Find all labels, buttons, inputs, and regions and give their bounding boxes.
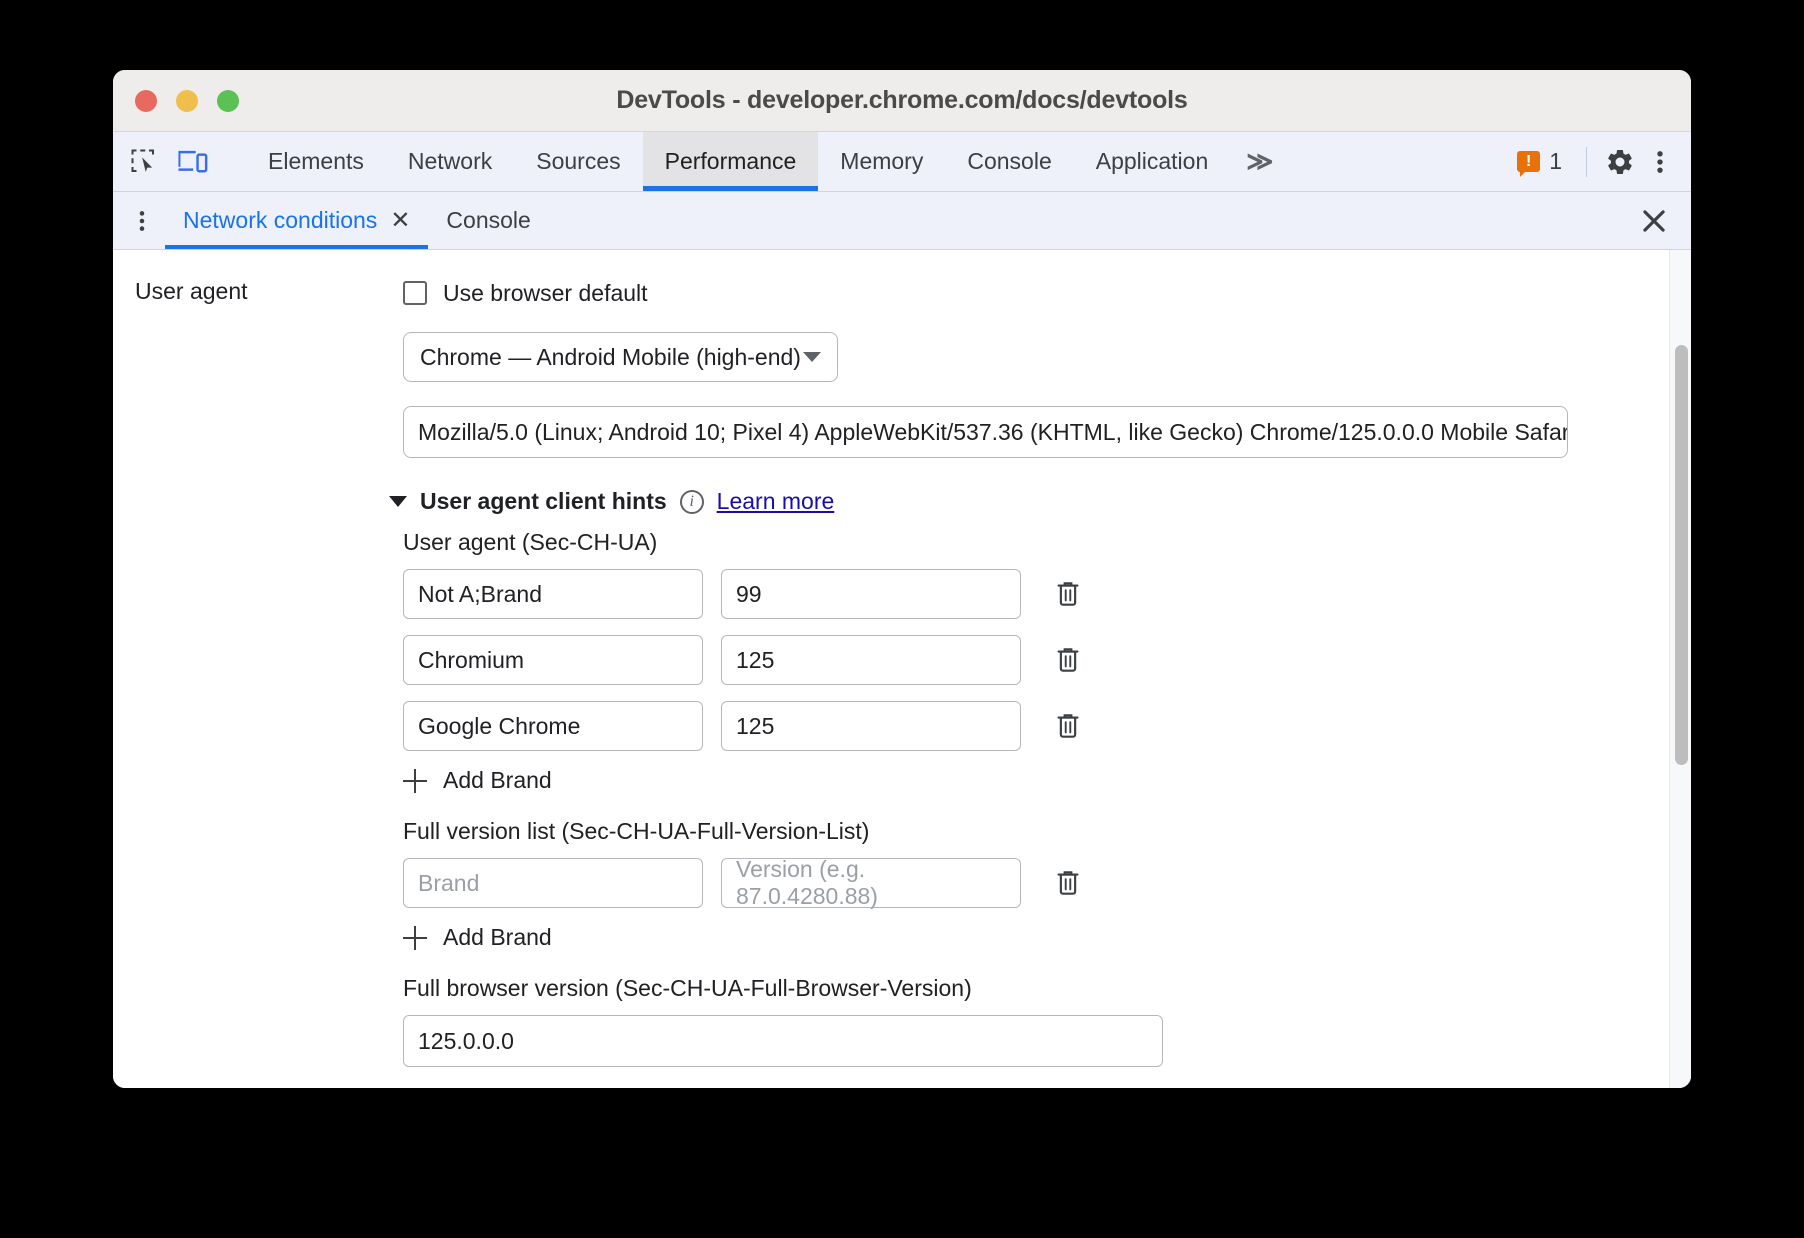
window-title: DevTools - developer.chrome.com/docs/dev…	[113, 86, 1691, 115]
plus-icon	[403, 926, 427, 950]
user-agent-section-label: User agent	[135, 278, 248, 305]
warning-badge[interactable]: ! 1	[1509, 148, 1570, 175]
version-input[interactable]: 125	[721, 635, 1021, 685]
user-agent-fields: Use browser default Chrome — Android Mob…	[403, 276, 1669, 1088]
maximize-window-button[interactable]	[217, 90, 239, 112]
version-value: 125	[736, 713, 774, 740]
version-value: 99	[736, 581, 762, 608]
add-brand-label: Add Brand	[443, 924, 552, 951]
trash-icon[interactable]	[1051, 577, 1085, 611]
full-browser-version-value: 125.0.0.0	[418, 1028, 514, 1055]
info-icon[interactable]: i	[680, 490, 704, 514]
user-agent-preset-select[interactable]: Chrome — Android Mobile (high-end)	[403, 332, 838, 382]
use-browser-default-row[interactable]: Use browser default	[403, 276, 1639, 310]
version-placeholder: Version (e.g. 87.0.4280.88)	[736, 856, 1006, 910]
brand-input[interactable]: Google Chrome	[403, 701, 703, 751]
brand-value: Not A;Brand	[418, 581, 542, 608]
brand-placeholder: Brand	[418, 870, 479, 897]
plus-icon	[403, 769, 427, 793]
drawer-tab-label: Console	[446, 207, 530, 234]
gear-icon[interactable]	[1603, 145, 1637, 179]
table-row: Brand Version (e.g. 87.0.4280.88)	[403, 858, 1639, 908]
client-hints-header[interactable]: User agent client hints i Learn more	[389, 488, 1639, 515]
tab-console[interactable]: Console	[945, 132, 1073, 191]
warning-count: 1	[1549, 148, 1562, 175]
toolbar-left-icons	[113, 132, 246, 191]
full-browser-version-label: Full browser version (Sec-CH-UA-Full-Bro…	[403, 975, 1639, 1002]
sec-ch-ua-label: User agent (Sec-CH-UA)	[403, 529, 1639, 556]
traffic-lights	[135, 90, 239, 112]
add-brand-label: Add Brand	[443, 767, 552, 794]
vertical-scrollbar[interactable]	[1669, 250, 1691, 1088]
network-conditions-panel: User agent Use browser default Chrome — …	[113, 250, 1691, 1088]
add-brand-button[interactable]: Add Brand	[403, 767, 1639, 794]
tab-application[interactable]: Application	[1074, 132, 1231, 191]
minimize-window-button[interactable]	[176, 90, 198, 112]
brand-value: Chromium	[418, 647, 524, 674]
brand-input[interactable]: Chromium	[403, 635, 703, 685]
toolbar-right-icons: ! 1	[1509, 132, 1691, 191]
drawer-tab-console[interactable]: Console	[428, 192, 548, 249]
triangle-down-icon[interactable]	[389, 496, 407, 507]
tab-sources[interactable]: Sources	[514, 132, 642, 191]
user-agent-string-input[interactable]: Mozilla/5.0 (Linux; Android 10; Pixel 4)…	[403, 406, 1568, 458]
add-brand-button[interactable]: Add Brand	[403, 924, 1639, 951]
three-dots-vertical-icon[interactable]	[1643, 145, 1677, 179]
client-hints-title: User agent client hints	[420, 488, 667, 515]
brand-value: Google Chrome	[418, 713, 580, 740]
drawer-toolbar: Network conditions ✕ Console	[113, 192, 1691, 250]
close-window-button[interactable]	[135, 90, 157, 112]
tab-memory[interactable]: Memory	[818, 132, 945, 191]
user-agent-string-value: Mozilla/5.0 (Linux; Android 10; Pixel 4)…	[418, 419, 1568, 446]
use-browser-default-checkbox[interactable]	[403, 281, 427, 305]
scrollbar-thumb[interactable]	[1675, 345, 1688, 765]
tab-elements[interactable]: Elements	[246, 132, 386, 191]
full-version-list-label: Full version list (Sec-CH-UA-Full-Versio…	[403, 818, 1639, 845]
devtools-main-toolbar: Elements Network Sources Performance Mem…	[113, 132, 1691, 192]
tab-performance[interactable]: Performance	[643, 132, 819, 191]
version-input[interactable]: 125	[721, 701, 1021, 751]
learn-more-link[interactable]: Learn more	[717, 488, 835, 515]
trash-icon[interactable]	[1051, 643, 1085, 677]
drawer-right-actions	[1637, 192, 1691, 249]
brand-input[interactable]: Not A;Brand	[403, 569, 703, 619]
toolbar-divider-right	[1586, 147, 1587, 177]
more-tabs-chevron-icon[interactable]: ≫	[1230, 132, 1289, 191]
tab-network[interactable]: Network	[386, 132, 514, 191]
full-browser-version-input[interactable]: 125.0.0.0	[403, 1015, 1163, 1067]
trash-icon[interactable]	[1051, 866, 1085, 900]
table-row: Not A;Brand 99	[403, 569, 1639, 619]
chevron-down-icon	[803, 352, 821, 362]
inspect-element-icon[interactable]	[127, 145, 161, 179]
version-input[interactable]: Version (e.g. 87.0.4280.88)	[721, 858, 1021, 908]
table-row: Google Chrome 125	[403, 701, 1639, 751]
drawer-tab-label: Network conditions	[183, 207, 377, 234]
version-input[interactable]: 99	[721, 569, 1021, 619]
drawer-menu-button[interactable]	[113, 192, 165, 249]
window-titlebar: DevTools - developer.chrome.com/docs/dev…	[113, 70, 1691, 132]
panel-content: User agent Use browser default Chrome — …	[113, 250, 1669, 1088]
brand-input[interactable]: Brand	[403, 858, 703, 908]
use-browser-default-label: Use browser default	[443, 280, 648, 307]
user-agent-preset-value: Chrome — Android Mobile (high-end)	[420, 344, 801, 371]
table-row: Chromium 125	[403, 635, 1639, 685]
device-toolbar-icon[interactable]	[175, 145, 209, 179]
warning-icon: !	[1517, 151, 1540, 172]
close-drawer-icon[interactable]	[1637, 204, 1671, 238]
version-value: 125	[736, 647, 774, 674]
trash-icon[interactable]	[1051, 709, 1085, 743]
close-icon[interactable]: ✕	[390, 209, 410, 233]
devtools-window: DevTools - developer.chrome.com/docs/dev…	[113, 70, 1691, 1088]
drawer-tab-network-conditions[interactable]: Network conditions ✕	[165, 192, 428, 249]
